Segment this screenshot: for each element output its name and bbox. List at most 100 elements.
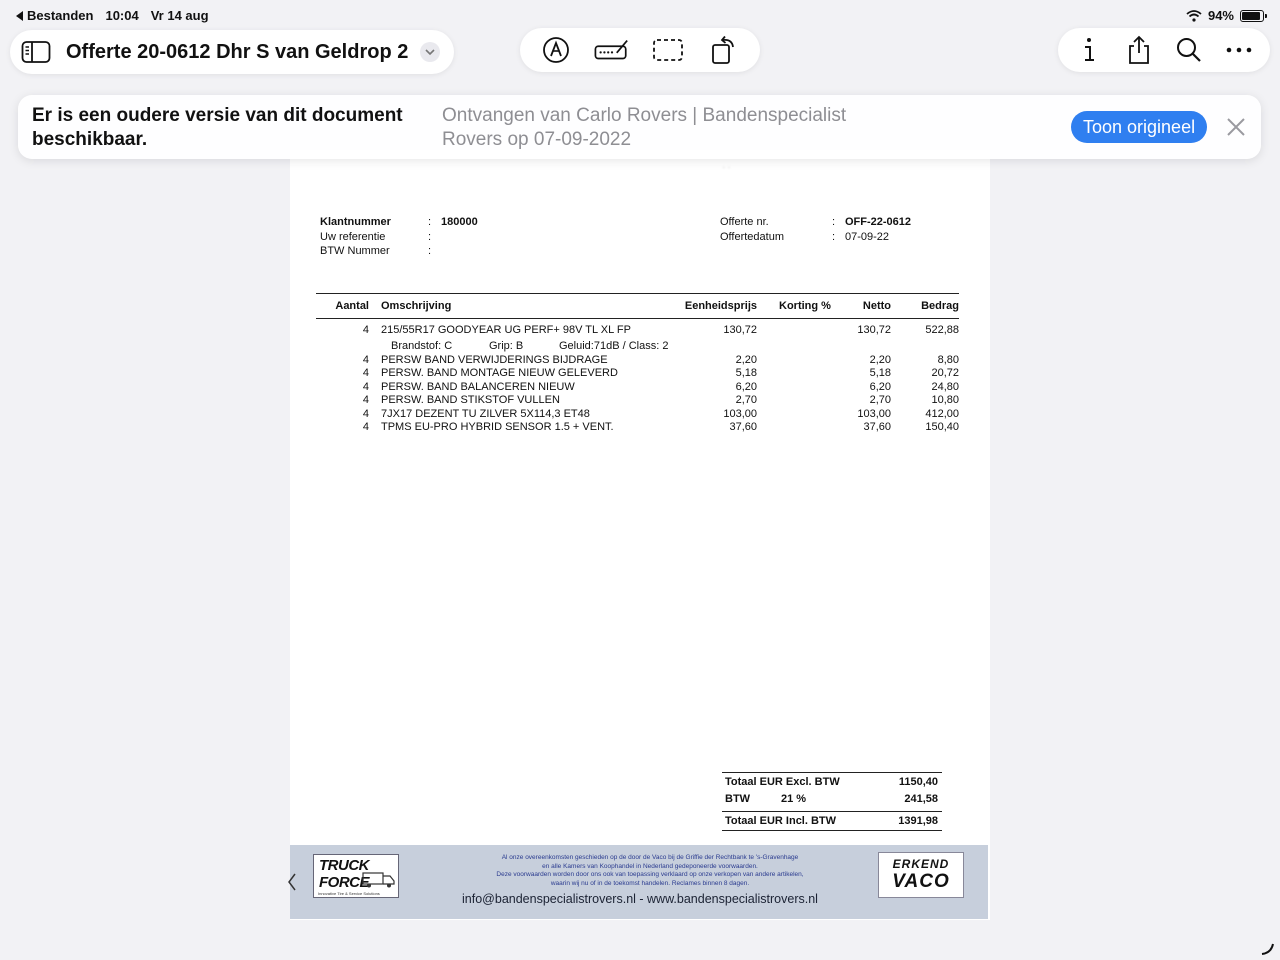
chevron-left-icon[interactable]	[287, 872, 297, 892]
info-label: BTW Nummer	[320, 245, 390, 257]
vat-row: BTW 21 % 241,58	[722, 790, 942, 808]
cell-omschrijving: PERSW. BAND MONTAGE NIEUW GELEVERD	[381, 367, 618, 380]
info-label: Offertedatum	[720, 230, 784, 243]
total-excl-row: Totaal EUR Excl. BTW 1150,40	[722, 772, 942, 790]
total-excl-value: 1150,40	[898, 776, 938, 788]
wifi-icon	[1186, 9, 1202, 22]
column-header-aantal: Aantal	[335, 300, 369, 312]
vat-value: 241,58	[904, 793, 938, 805]
markup-pen-icon	[543, 37, 569, 63]
info-icon	[1085, 38, 1094, 61]
cell-eenheidsprijs: 2,20	[735, 354, 757, 366]
customer-info: Klantnummer : 180000 Uw referentie : BTW…	[320, 216, 478, 260]
cell-eenheidsprijs: 103,00	[723, 407, 757, 420]
signature-icon	[594, 39, 628, 60]
more-button[interactable]	[1221, 32, 1257, 68]
cell-aantal: 4	[362, 394, 369, 407]
show-original-button[interactable]: Toon origineel	[1071, 111, 1208, 143]
vaco-logo-top: ERKEND	[892, 857, 950, 871]
table-row: 4 215/55R17 GOODYEAR UG PERF+ 98V TL XL …	[316, 324, 959, 340]
table-row: 4 7JX17 DEZENT TU ZILVER 5X114,3 ET48 10…	[316, 408, 959, 421]
info-label: Klantnummer	[320, 216, 391, 228]
sidebar-icon	[21, 41, 51, 63]
document-title-bar: Offerte 20-0612 Dhr S van Geldrop 2	[10, 30, 455, 74]
document-footer: TRUCK FORCE Innovative Tire & Service So…	[290, 845, 988, 919]
cell-bedrag: 8,80	[937, 354, 959, 366]
table-row: 4 PERSW. BAND MONTAGE NIEUW GELEVERD 5,1…	[316, 367, 959, 380]
title-menu-button[interactable]	[420, 42, 441, 62]
total-incl-label: Totaal EUR Incl. BTW	[725, 815, 837, 827]
back-to-app-link[interactable]: Bestanden	[16, 8, 93, 23]
share-icon	[1129, 35, 1149, 64]
search-button[interactable]	[1171, 32, 1207, 68]
total-excl-label: Totaal EUR Excl. BTW	[725, 776, 840, 788]
tyre-label-row: Brandstof: C Grip: B Geluid:71dB / Class…	[316, 340, 959, 354]
legal-line: waarin wij nu of in de toekomst handelen…	[550, 879, 750, 887]
customer-number: 180000	[441, 216, 478, 228]
cell-netto: 6,20	[869, 380, 891, 393]
table-row: 4 PERSW. BAND BALANCEREN NIEUW 6,20 6,20…	[316, 381, 959, 394]
cell-bedrag: 522,88	[925, 324, 959, 336]
truck-logo-tagline: Innovative Tire & Service Solutions	[318, 891, 380, 896]
column-header-eenheidsprijs: Eenheidsprijs	[684, 300, 757, 312]
document-page: ·· Klantnummer : 180000 Uw referentie : …	[290, 150, 990, 920]
cell-bedrag: 412,00	[925, 407, 959, 420]
table-row: 4 TPMS EU-PRO HYBRID SENSOR 1.5 + VENT. …	[316, 421, 959, 434]
cell-netto: 2,20	[869, 354, 891, 366]
vaco-logo-bottom: VACO	[892, 871, 950, 892]
vat-rate: 21 %	[781, 793, 807, 805]
cell-omschrijving: PERSW. BAND BALANCEREN NIEUW	[381, 380, 575, 393]
cell-netto: 130,72	[857, 324, 891, 336]
cell-aantal: 4	[362, 407, 369, 420]
banner-source: Ontvangen van Carlo Rovers | Bandenspeci…	[442, 105, 847, 150]
status-bar: Bestanden 10:04 Vr 14 aug 94%	[0, 0, 1280, 30]
legal-text: Al onze overeenkomsten geschieden op de …	[460, 854, 840, 888]
cell-omschrijving: 7JX17 DEZENT TU ZILVER 5X114,3 ET48	[381, 407, 590, 420]
total-incl-value: 1391,98	[898, 815, 938, 827]
quote-date-row: Offertedatum : 07-09-22	[720, 231, 911, 246]
cell-eenheidsprijs: 2,70	[735, 394, 757, 407]
cell-bedrag: 24,80	[931, 380, 959, 393]
battery-percentage: 94%	[1207, 8, 1234, 23]
cell-aantal: 4	[362, 354, 369, 366]
share-button[interactable]	[1121, 32, 1157, 68]
battery-icon	[1240, 9, 1267, 22]
tyre-noise-rating: Geluid:71dB / Class: 2	[559, 340, 669, 352]
banner-message: Er is een oudere versie van dit document…	[32, 105, 403, 150]
column-header-omschrijving: Omschrijving	[381, 300, 452, 312]
status-date: Vr 14 aug	[150, 8, 209, 23]
selection-button[interactable]	[650, 32, 686, 68]
cell-eenheidsprijs: 37,60	[729, 420, 757, 433]
quote-number: OFF-22-0612	[845, 216, 912, 228]
tyre-grip-rating: Grip: B	[489, 340, 524, 352]
status-time: 10:04	[105, 8, 139, 23]
rotate-button[interactable]	[706, 32, 742, 68]
markup-toolbar	[520, 28, 760, 72]
cell-bedrag: 20,72	[931, 367, 959, 380]
cell-bedrag: 150,40	[925, 420, 959, 433]
cell-netto: 2,70	[869, 394, 891, 407]
totals-block: Totaal EUR Excl. BTW 1150,40 BTW 21 % 24…	[722, 772, 942, 831]
info-button[interactable]	[1071, 32, 1107, 68]
quote-number-row: Offerte nr. : OFF-22-0612	[720, 216, 911, 231]
selection-icon	[653, 39, 683, 61]
markup-button[interactable]	[538, 32, 574, 68]
document-title[interactable]: Offerte 20-0612 Dhr S van Geldrop 2	[66, 41, 408, 64]
cell-netto: 5,18	[869, 367, 891, 380]
cell-aantal: 4	[362, 380, 369, 393]
cell-eenheidsprijs: 6,20	[735, 380, 757, 393]
column-header-korting: Korting %	[779, 300, 831, 312]
cell-omschrijving: PERSW BAND VERWIJDERINGS BIJDRAGE	[381, 354, 608, 366]
older-version-banner: Er is een oudere versie van dit document…	[18, 95, 1261, 159]
info-label: Offerte nr.	[720, 216, 769, 228]
close-icon[interactable]	[1224, 115, 1248, 139]
sidebar-toggle-button[interactable]	[18, 34, 54, 70]
blurred-dots: ··	[722, 162, 733, 173]
signature-button[interactable]	[594, 32, 630, 68]
vat-label: BTW	[725, 793, 751, 805]
cell-omschrijving: 215/55R17 GOODYEAR UG PERF+ 98V TL XL FP	[381, 324, 631, 336]
column-header-netto: Netto	[862, 300, 891, 312]
cell-omschrijving: TPMS EU-PRO HYBRID SENSOR 1.5 + VENT.	[381, 420, 614, 433]
table-row: 4 PERSW. BAND STIKSTOF VULLEN 2,70 2,70 …	[316, 394, 959, 407]
legal-line: en alle Kamers van Koophandel in Nederla…	[542, 862, 758, 870]
